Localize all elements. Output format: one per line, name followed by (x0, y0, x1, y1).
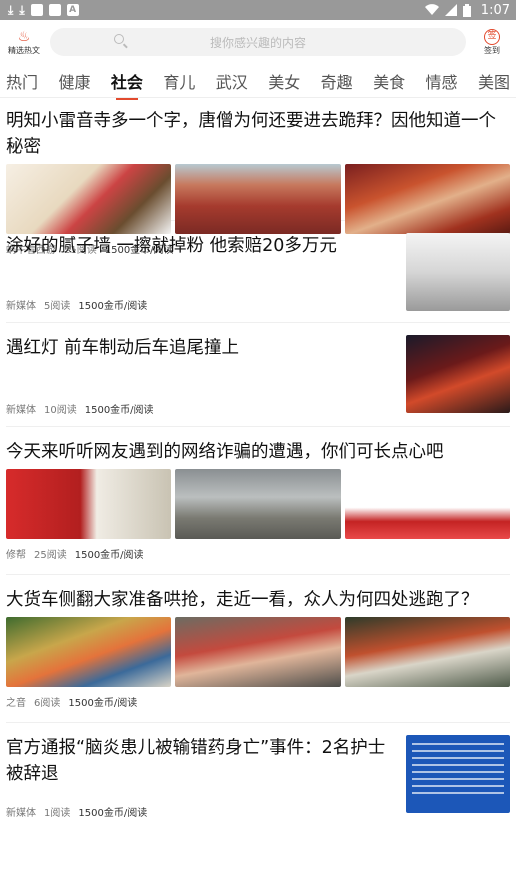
article-meta: 新媒体 1阅读 1500金币/阅读 (6, 804, 400, 819)
search-bar[interactable]: 搜你感兴趣的内容 (50, 28, 466, 56)
article-source: 新媒体 (6, 301, 36, 312)
tab-wuhan[interactable]: 武汉 (216, 69, 248, 93)
article-title: 明知小雷音寺多一个字，唐僧为何还要进去跪拜？因他知道一个秘密 (6, 111, 496, 157)
tab-food[interactable]: 美食 (373, 69, 405, 93)
category-tabs: 热门 健康 社会 育儿 武汉 美女 奇趣 美食 情感 美图 (0, 64, 516, 98)
article-title: 官方通报“脑炎患儿被输错药身亡”事件：2名护士被辞退 (6, 738, 386, 784)
article-images (6, 617, 510, 687)
status-bar: ⤓ ⤓ A 1:07 (0, 0, 516, 20)
article-image (344, 617, 510, 687)
sign-in-icon: 签 (484, 28, 500, 45)
article-images (6, 164, 510, 234)
article-meta: 新媒体 5阅读 1500金币/阅读 (6, 297, 400, 312)
article-images (6, 469, 510, 539)
fire-icon: ♨ (17, 28, 31, 45)
top-bar: ♨ 精选热文 搜你感兴趣的内容 签 签到 (0, 20, 516, 64)
article-image (175, 164, 341, 234)
download-icon: ⤓ (19, 3, 25, 17)
download-icon: ⤓ (8, 3, 14, 17)
search-placeholder: 搜你感兴趣的内容 (209, 35, 306, 50)
article-image (344, 469, 510, 539)
article-reads: 10阅读 (44, 405, 77, 416)
tab-emotion[interactable]: 情感 (426, 69, 458, 93)
article-image (6, 469, 172, 539)
signal-icon (444, 4, 457, 16)
article-title: 涂好的腻子墙 一擦就掉粉 他索赔20多万元 (6, 236, 337, 256)
article-image (344, 164, 510, 234)
article-image (406, 233, 510, 311)
article-image (175, 469, 341, 539)
article-reads: 1阅读 (44, 808, 71, 819)
tab-hot[interactable]: 热门 (6, 69, 38, 93)
square-icon (30, 4, 43, 16)
article-item[interactable]: 遇红灯 前车制动后车追尾撞上 新媒体 10阅读 1500金币/阅读 (6, 323, 510, 427)
article-reward: 1500金币/阅读 (84, 405, 154, 416)
notice-text-lines (412, 743, 504, 805)
article-text: 遇红灯 前车制动后车追尾撞上 新媒体 10阅读 1500金币/阅读 (6, 335, 406, 416)
battery-icon (462, 3, 471, 17)
featured-button[interactable]: ♨ 精选热文 (6, 29, 42, 56)
article-meta: 修帮 25阅读 1500金币/阅读 (6, 546, 510, 561)
article-item[interactable]: 涂好的腻子墙 一擦就掉粉 他索赔20多万元 新媒体 5阅读 1500金币/阅读 (6, 221, 510, 323)
article-reads: 5阅读 (44, 301, 71, 312)
tab-beauty[interactable]: 美女 (268, 69, 300, 93)
article-reads: 6阅读 (34, 698, 61, 709)
square-icon (48, 4, 61, 16)
article-image (6, 617, 172, 687)
article-item[interactable]: 大货车侧翻大家准备哄抢，走近一看，众人为何四处逃跑了？ 之音 6阅读 1500金… (6, 575, 510, 723)
a-icon: A (66, 4, 79, 16)
article-reward: 1500金币/阅读 (74, 550, 144, 561)
article-text: 涂好的腻子墙 一擦就掉粉 他索赔20多万元 新媒体 5阅读 1500金币/阅读 (6, 233, 406, 312)
tab-pictures[interactable]: 美图 (478, 69, 510, 93)
article-meta: 新媒体 10阅读 1500金币/阅读 (6, 401, 400, 416)
status-right-icons: 1:07 (424, 2, 510, 18)
tab-health[interactable]: 健康 (58, 69, 90, 93)
article-source: 之音 (6, 698, 26, 709)
article-title: 今天来听听网友遇到的网络诈骗的遭遇，你们可长点心吧 (6, 442, 444, 462)
article-image (175, 617, 341, 687)
wifi-icon (424, 4, 439, 16)
article-item[interactable]: 明知小雷音寺多一个字，唐僧为何还要进去跪拜？因他知道一个秘密 蜗牛看西游 21阅… (6, 98, 510, 256)
news-feed: 明知小雷音寺多一个字，唐僧为何还要进去跪拜？因他知道一个秘密 蜗牛看西游 21阅… (0, 98, 516, 823)
article-image (6, 164, 172, 234)
article-source: 新媒体 (6, 808, 36, 819)
article-item[interactable]: 今天来听听网友遇到的网络诈骗的遭遇，你们可长点心吧 修帮 25阅读 1500金币… (6, 427, 510, 575)
sign-in-button[interactable]: 签 签到 (474, 28, 510, 56)
article-reward: 1500金币/阅读 (78, 808, 148, 819)
article-reward: 1500金币/阅读 (78, 301, 148, 312)
article-source: 修帮 (6, 550, 26, 561)
featured-label: 精选热文 (8, 45, 40, 55)
article-image (406, 735, 510, 813)
tab-society[interactable]: 社会 (111, 69, 143, 93)
article-title: 遇红灯 前车制动后车追尾撞上 (6, 338, 240, 358)
article-title: 大货车侧翻大家准备哄抢，走近一看，众人为何四处逃跑了？ (6, 590, 479, 610)
tab-curious[interactable]: 奇趣 (321, 69, 353, 93)
status-left-icons: ⤓ ⤓ A (8, 4, 79, 16)
article-reads: 25阅读 (34, 550, 67, 561)
search-icon (114, 34, 124, 44)
status-time: 1:07 (480, 2, 510, 18)
tab-parenting[interactable]: 育儿 (163, 69, 195, 93)
article-item[interactable]: 官方通报“脑炎患儿被输错药身亡”事件：2名护士被辞退 新媒体 1阅读 1500金… (6, 723, 510, 823)
article-image (406, 335, 510, 413)
article-source: 新媒体 (6, 405, 36, 416)
sign-in-label: 签到 (484, 45, 500, 55)
article-reward: 1500金币/阅读 (68, 698, 138, 709)
article-meta: 之音 6阅读 1500金币/阅读 (6, 694, 510, 709)
article-text: 官方通报“脑炎患儿被输错药身亡”事件：2名护士被辞退 新媒体 1阅读 1500金… (6, 735, 406, 823)
